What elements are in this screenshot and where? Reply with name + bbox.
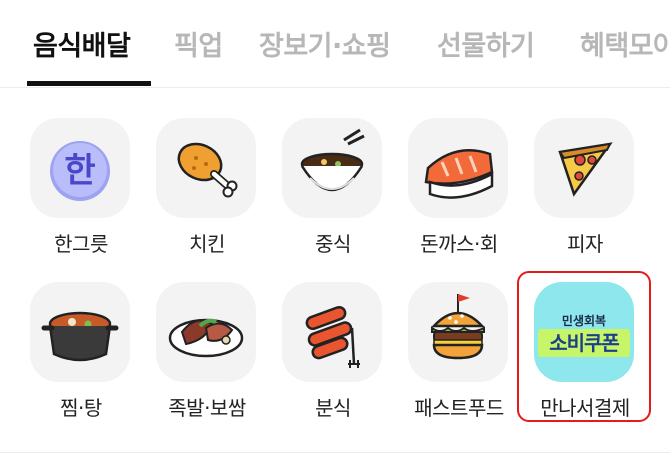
category-bunsik[interactable]: 분식 [273,282,393,432]
category-tile [156,282,256,382]
tab-grocery-shopping[interactable]: 장보기·쇼핑 [259,24,391,63]
category-tile [534,118,634,218]
pork-plate-icon [168,318,244,358]
category-tile [408,282,508,382]
category-jokbal-bossam[interactable]: 족발·보쌈 [147,282,267,432]
tab-food-delivery[interactable]: 음식배달 [33,24,131,63]
category-tile [408,118,508,218]
stew-pot-icon [41,311,119,362]
category-tile [282,118,382,218]
pizza-slice-icon [558,142,613,197]
category-jjim-tang[interactable]: 찜·탕 [21,282,141,432]
category-label: 분식 [315,396,351,420]
category-donkatsu-sashimi[interactable]: 돈까스·회 [399,118,519,268]
tab-pickup[interactable]: 픽업 [174,24,223,63]
category-label: 족발·보쌈 [168,396,246,420]
category-label: 패스트푸드 [414,396,504,420]
category-tile [156,118,256,218]
category-label: 찜·탕 [60,396,102,420]
category-label: 중식 [315,232,351,256]
category-fast-food[interactable]: 패스트푸드 [399,282,519,432]
burger-icon [431,294,485,360]
category-tile [282,282,382,382]
tab-gift[interactable]: 선물하기 [437,24,535,63]
category-chinese[interactable]: 중식 [273,118,393,268]
category-label: 피자 [567,232,603,256]
highlight-box [517,271,651,422]
category-chicken[interactable]: 치킨 [147,118,267,268]
category-label: 한그릇 [54,232,108,256]
tab-benefits[interactable]: 혜택모아 [580,24,670,63]
category-pizza[interactable]: 피자 [525,118,645,268]
bottom-divider [0,452,670,453]
sushi-icon [424,148,494,199]
category-tile: 한 [30,118,130,218]
category-han-geureut[interactable]: 한 한그릇 [21,118,141,268]
chicken-drumstick-icon [177,142,238,198]
noodle-bowl-icon [300,128,365,192]
category-tile [30,282,130,382]
tteokbokki-icon [305,305,360,368]
active-tab-indicator [27,81,151,86]
svg-text:한: 한 [64,151,95,191]
category-label: 치킨 [189,232,225,256]
category-label: 돈까스·회 [420,232,498,256]
tabs-divider [0,87,670,88]
category-tab-bar: 음식배달 픽업 장보기·쇼핑 선물하기 혜택모아 [0,0,670,88]
korean-character-icon: 한 [50,141,110,201]
